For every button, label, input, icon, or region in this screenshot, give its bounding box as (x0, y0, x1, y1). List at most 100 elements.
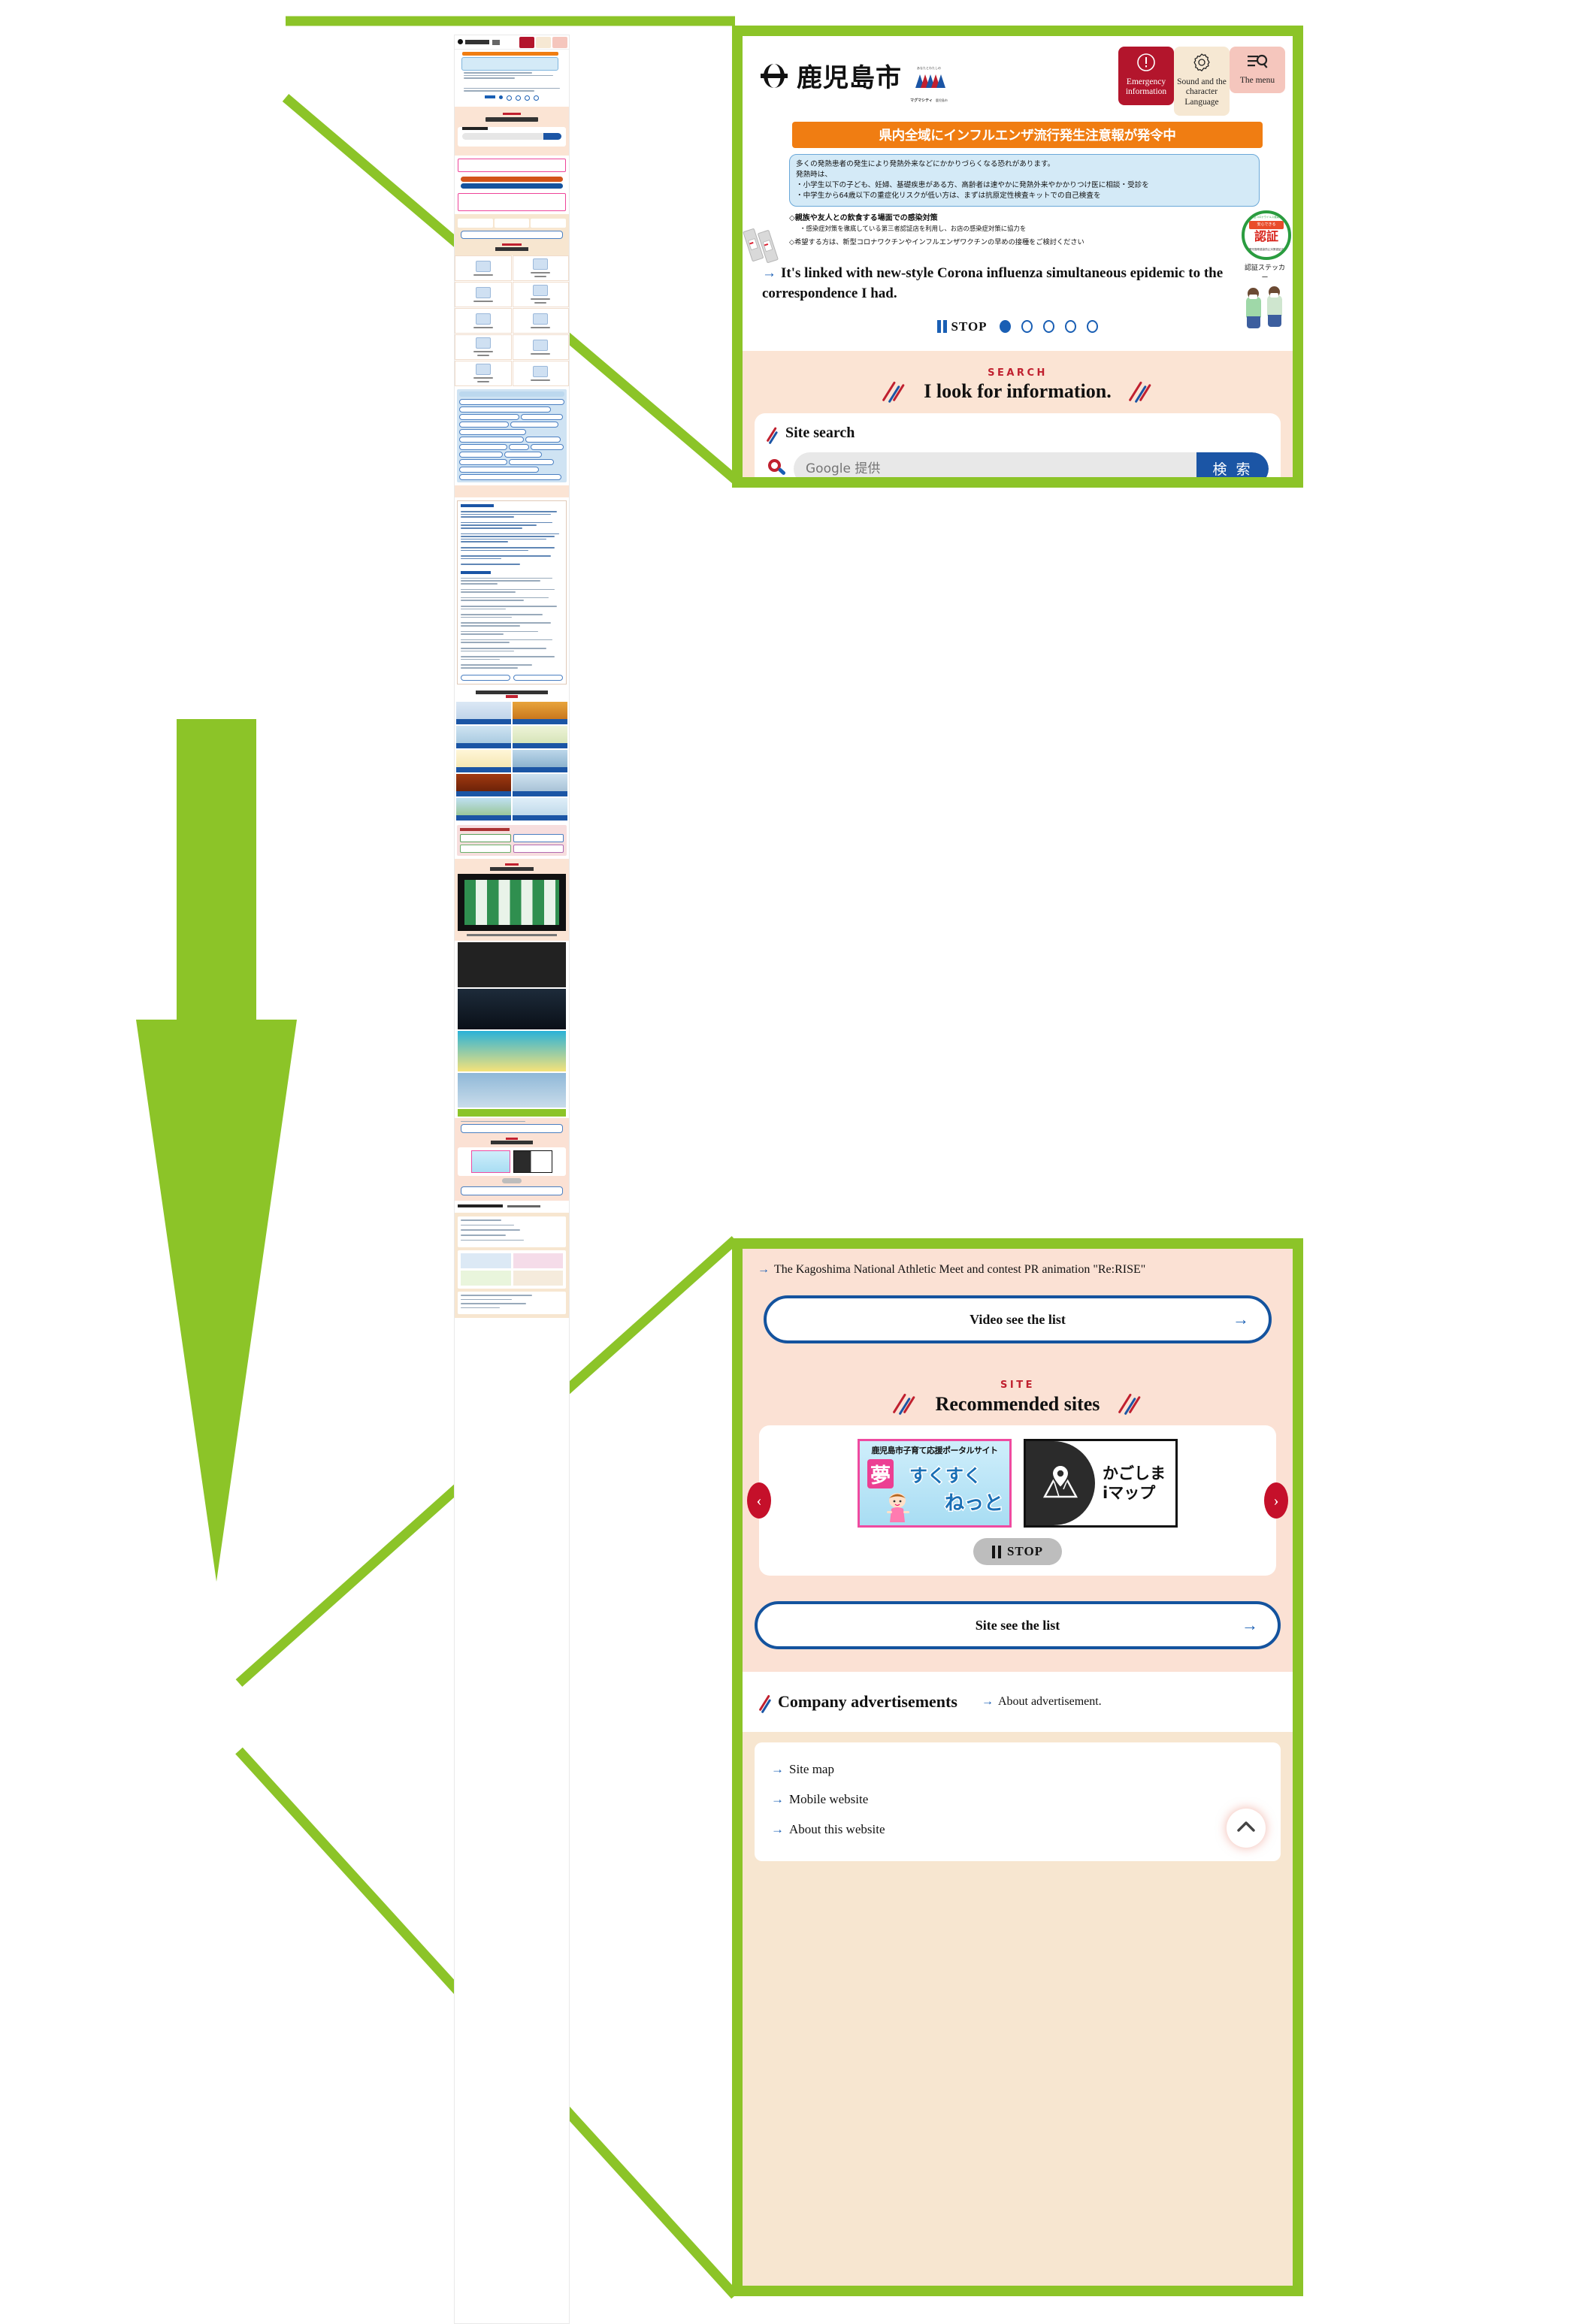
influenza-detail-box: 多くの発熱患者の発生により発熱外来などにかかりづらくなる恐れがあります。 発熱時… (789, 154, 1260, 207)
carousel-dot-2[interactable] (1021, 320, 1033, 334)
search-input[interactable] (794, 452, 1196, 477)
menu-button[interactable]: The menu (1230, 47, 1285, 93)
carousel-prev-button[interactable]: ‹ (747, 1482, 771, 1519)
site-see-the-list-button[interactable]: Site see the list → (755, 1601, 1281, 1649)
influenza-line-2: 発熱時は、 (796, 170, 832, 179)
banner-1-word1: 夢 (867, 1459, 894, 1488)
footer-link-about-this-website[interactable]: → About this website (771, 1815, 1264, 1845)
pause-icon (991, 1545, 1002, 1558)
video-pr-link-label: The Kagoshima National Athletic Meet and… (774, 1263, 1146, 1276)
thumb-tag-cloud (457, 388, 567, 482)
site-search-row: 検 索 (767, 452, 1269, 477)
footer-link-site-map-label: Site map (789, 1762, 834, 1776)
search-kicker: SEARCH (988, 367, 1048, 379)
sites-stop-label: STOP (1006, 1544, 1044, 1558)
banner-2-line-2: iマップ (1103, 1484, 1156, 1502)
triple-slash-icon-left (880, 379, 909, 404)
video-pr-link[interactable]: → The Kagoshima National Athletic Meet an… (758, 1261, 1278, 1279)
site-search-field[interactable]: 検 索 (794, 452, 1269, 477)
video-section: → The Kagoshima National Athletic Meet an… (743, 1249, 1293, 1363)
thumb-highlight-region[interactable] (455, 1117, 569, 1212)
city-name: 鹿児島市 (797, 63, 902, 93)
arrow-right-icon: → (771, 1762, 784, 1776)
banner-1-word2: すくすく (909, 1464, 983, 1488)
double-slash-icon (766, 424, 780, 445)
thumb-news-list (457, 500, 567, 685)
footer-link-mobile-website[interactable]: → Mobile website (771, 1785, 1264, 1815)
sites-stop-button[interactable]: STOP (973, 1538, 1062, 1565)
search-title: I look for information. (924, 380, 1112, 403)
cert-bottom-text: 鹿児島県感染防止対策認証店 (1248, 248, 1284, 251)
footer-link-site-map[interactable]: → Site map (771, 1754, 1264, 1785)
thumb-photo-night (458, 988, 566, 1029)
influenza-line-1: 多くの発熱患者の発生により発熱外来などにかかりづらくなる恐れがあります。 (796, 160, 1055, 168)
emergency-information-button[interactable]: Emergency information (1118, 47, 1174, 105)
sites-banner-row: 鹿児島市子育て応援ポータルサイト 夢 すくすく ねっと かごしま iマップ (780, 1439, 1255, 1528)
arrow-right-icon: → (1233, 1310, 1249, 1328)
search-section: SEARCH I look for information. Site sear… (743, 350, 1293, 477)
search-submit-button[interactable]: 検 索 (1196, 452, 1269, 477)
full-page-screenshot-strip[interactable] (454, 35, 570, 2324)
company-advertisements-title: Company advertisements (778, 1692, 957, 1711)
thumb-notice (455, 190, 569, 214)
company-advertisements-title-row: Company advertisements (758, 1691, 957, 1714)
carousel-next-button[interactable]: › (1264, 1482, 1288, 1519)
emergency-carousel: 県内全域にインフルエンザ流行発生注意報が発令中 多くの発熱患者の発生により発熱外… (743, 122, 1293, 328)
thumb-footer (455, 1213, 569, 1319)
sound-language-button[interactable]: Sound and the character Language (1174, 47, 1230, 116)
thumb-tabs (455, 213, 569, 229)
carousel-dots (999, 320, 1098, 334)
influenza-line-4: ・中学生から64歳以下の重症化リスクが低い方は、まずは抗原定性検査キットでの自己… (796, 191, 1101, 200)
cert-top-text: 新型コロナウイルス感染症 (1251, 216, 1282, 219)
triple-slash-icon-right (1127, 379, 1155, 404)
footer-link-about-this-website-label: About this website (789, 1822, 885, 1836)
vaccine-heading: ◇希望する方は、新型コロナワクチンやインフルエンザワクチンの早めの接種をご検討く… (789, 237, 1084, 246)
site-header: 鹿児島市 あなたとわたしの マグマシティ 鹿児島市 Emergency info… (743, 36, 1293, 119)
banner-1-headline: 鹿児島市子育て応援ポータルサイト (871, 1446, 999, 1455)
banner-yume-sukusuku-netto[interactable]: 鹿児島市子育て応援ポータルサイト 夢 すくすく ねっと (858, 1439, 1012, 1528)
site-see-the-list-label: Site see the list (975, 1617, 1060, 1633)
city-crest-icon (759, 61, 789, 91)
infection-measures-sub: ・感染症対策を徹底している第三者認証店を利用し、お店の感染症対策に協力を (800, 224, 1027, 232)
banner-kagoshima-imap[interactable]: かごしま iマップ (1024, 1439, 1178, 1528)
magma-sub: 鹿児島市 (935, 98, 948, 102)
vaccination-illustration (1242, 285, 1288, 331)
carousel-dot-3[interactable] (1042, 320, 1054, 334)
thumb-orange-button (461, 176, 563, 182)
sites-kicker: SITE (1000, 1380, 1035, 1391)
menu-search-icon (1247, 53, 1268, 74)
carousel-dot-4[interactable] (1064, 320, 1076, 334)
magma-label: マグマシティ (910, 98, 933, 103)
certification-sticker: 新型コロナウイルス感染症 安心できる 認証 鹿児島県感染防止対策認証店 認証ステ… (1242, 210, 1291, 331)
carousel-dot-1[interactable] (999, 320, 1011, 334)
carousel-dot-5[interactable] (1086, 320, 1098, 334)
cert-sticker-label: 認証ステッカー (1244, 264, 1285, 282)
company-advertisements-section: Company advertisements → About advertisem… (743, 1672, 1293, 1732)
arrow-right-icon: → (771, 1792, 784, 1806)
site-search-card: Site search 検 索 →How to search (755, 413, 1281, 477)
banner-2-label: かごしま iマップ (1095, 1441, 1175, 1525)
about-advertisement-link[interactable]: → About advertisement. (982, 1695, 1102, 1709)
magma-triangles-icon (911, 74, 947, 91)
sites-title: Recommended sites (935, 1392, 1100, 1415)
callout-panel-top: 鹿児島市 あなたとわたしの マグマシティ 鹿児島市 Emergency info… (732, 26, 1303, 488)
site-logo[interactable]: 鹿児島市 あなたとわたしの マグマシティ 鹿児島市 (759, 57, 948, 103)
carousel-slide-caption[interactable]: → It's linked with new-style Corona influ… (743, 251, 1293, 304)
carousel-stop-label: STOP (951, 319, 988, 334)
header-buttons: Emergency information Sound and the char… (1118, 47, 1285, 116)
site-search-title: Site search (785, 425, 855, 442)
arrow-right-icon: → (758, 1263, 770, 1276)
thumb-blue-button (461, 183, 563, 189)
back-to-top-button[interactable] (1227, 1809, 1266, 1848)
banner-1-word3: ねっと (943, 1491, 1004, 1516)
thumb-photo-dark (458, 941, 566, 987)
carousel-slide-caption-text: It's linked with new-style Corona influe… (762, 264, 1224, 302)
video-see-the-list-button[interactable]: Video see the list → (764, 1295, 1272, 1343)
arrow-right-icon: → (1242, 1615, 1258, 1634)
site-search-title-row: Site search (766, 424, 1269, 445)
influenza-line-3: ・小学生以下の子ども、妊婦、基礎疾患がある方、高齢者は速やかに発熱外来やかかりつ… (796, 180, 1149, 189)
influenza-alert-banner: 県内全域にインフルエンザ流行発生注意報が発令中 (792, 122, 1263, 148)
thumb-video (455, 858, 569, 941)
thumb-icon-grid (455, 255, 569, 386)
carousel-stop-button[interactable]: STOP (937, 319, 987, 334)
